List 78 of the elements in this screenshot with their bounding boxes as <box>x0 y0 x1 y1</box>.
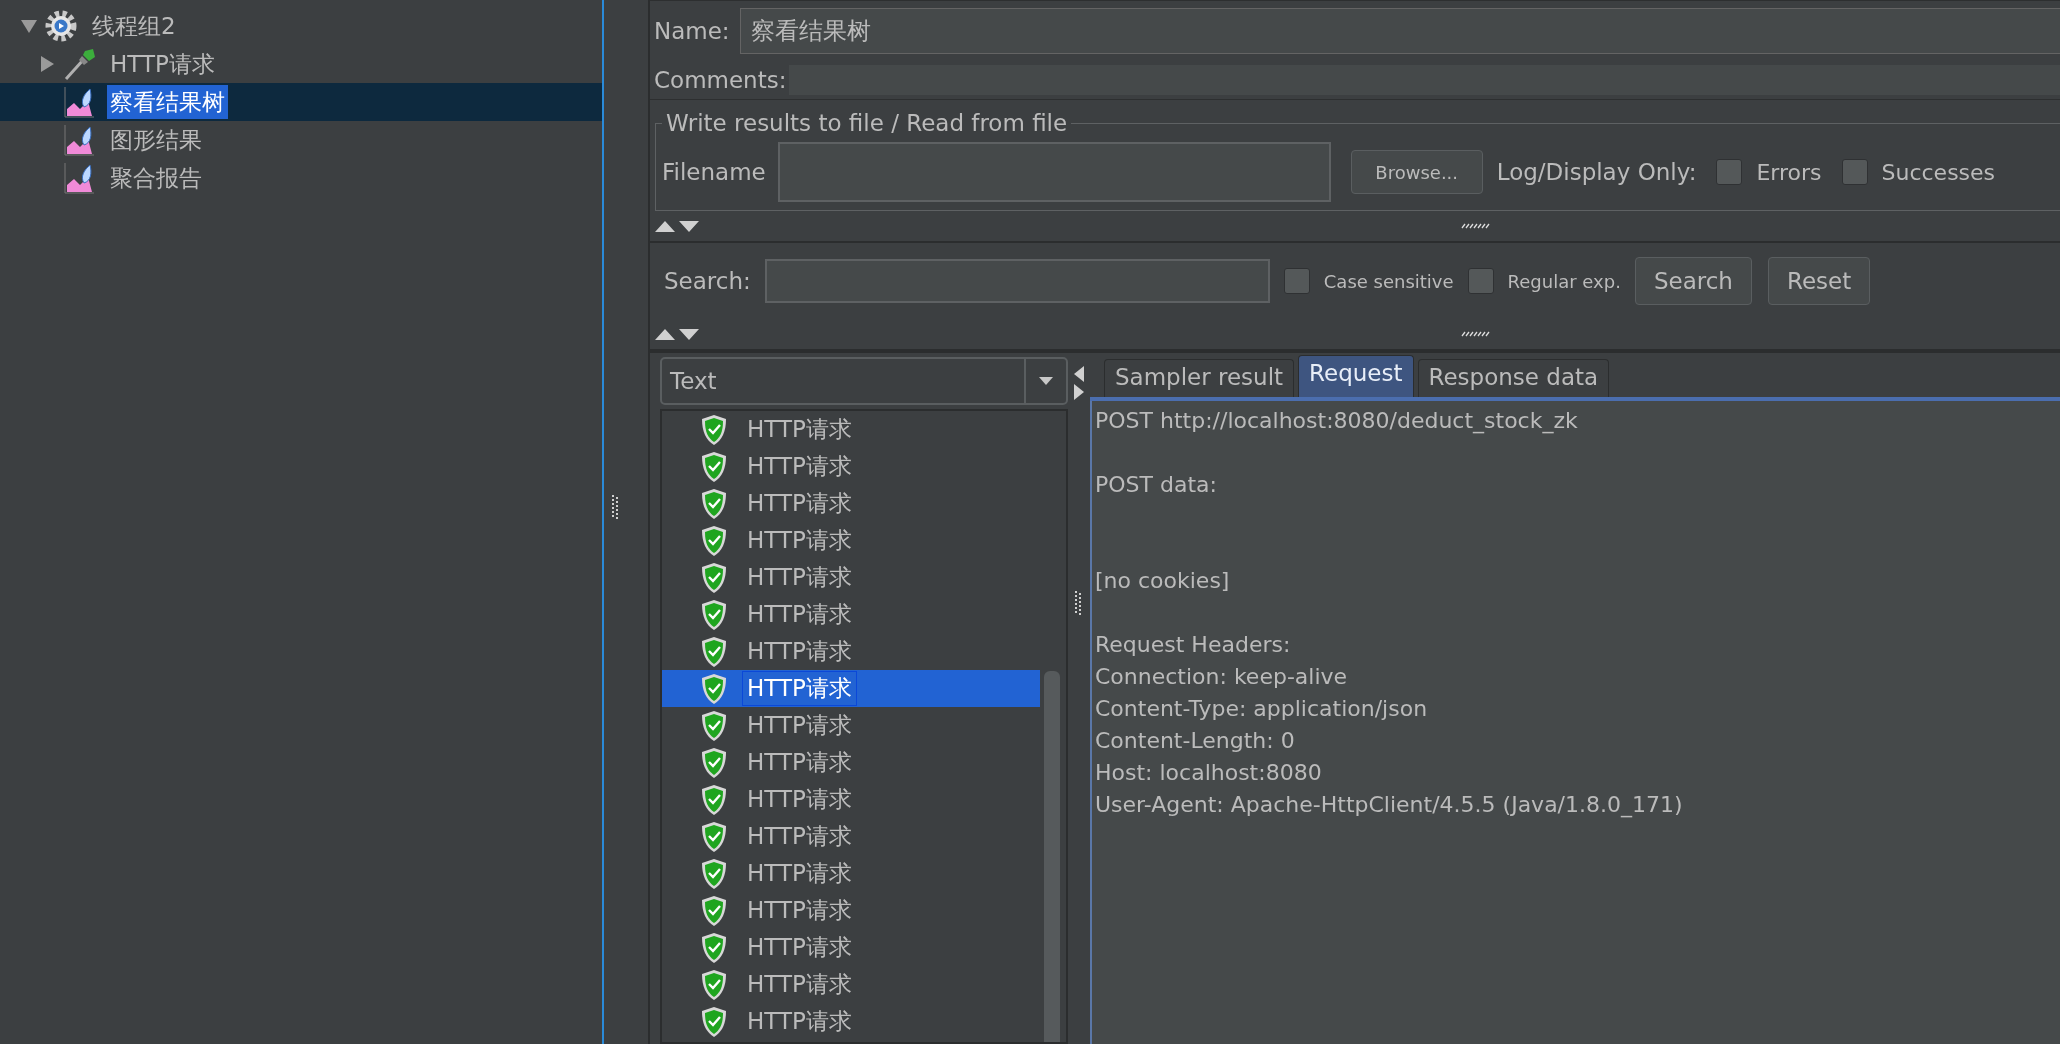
result-item[interactable]: HTTP请求 <box>742 708 857 743</box>
name-field[interactable]: 察看结果树 <box>739 7 2060 54</box>
shield-check-icon <box>700 857 728 890</box>
splitter-bar[interactable] <box>602 0 650 1044</box>
renderer-dropdown[interactable]: Text <box>660 357 1068 405</box>
checkbox-label: Case sensitive <box>1323 270 1454 292</box>
checkbox[interactable] <box>1283 268 1310 294</box>
tab[interactable]: Request <box>1298 355 1414 397</box>
shield-check-icon <box>700 931 728 964</box>
filename-label: Filename <box>662 159 766 185</box>
request-text: POST http://localhost:8080/deduct_stock_zk POST data: [no cookies] Request Headers: Connection: keep-alive Content-Type: application/json Content-Length: 0 Host: localhost:8080 User-Agent: Apache-HttpClient/4.5.5 (Java/1.8.0_171) <box>1095 407 1683 820</box>
checkbox-label: Regular exp. <box>1507 270 1621 292</box>
grip-icon[interactable] <box>1075 591 1083 615</box>
checkbox-label: Successes <box>1881 159 1996 185</box>
shield-check-icon <box>700 413 728 446</box>
shield-check-icon <box>700 598 728 631</box>
split-arrows-icon[interactable] <box>655 327 701 341</box>
split-arrows-icon[interactable] <box>655 219 701 233</box>
result-item[interactable]: HTTP请求 <box>742 1004 857 1039</box>
checkbox[interactable] <box>1467 268 1494 294</box>
checkbox-label: Errors <box>1756 159 1822 185</box>
result-item[interactable]: HTTP请求 <box>742 597 857 632</box>
group-title: Write results to file / Read from file <box>665 110 1069 136</box>
result-item[interactable]: HTTP请求 <box>742 967 857 1002</box>
search-label: Search: <box>664 268 751 294</box>
result-item[interactable]: HTTP请求 <box>742 486 857 521</box>
tree-item[interactable]: 聚合报告 <box>107 161 205 195</box>
shield-check-icon <box>700 746 728 779</box>
shield-check-icon <box>700 783 728 816</box>
result-item[interactable]: HTTP请求 <box>742 782 857 817</box>
result-item[interactable]: HTTP请求 <box>742 893 857 928</box>
result-item[interactable]: HTTP请求 <box>742 819 857 854</box>
scrollbar[interactable] <box>1044 671 1060 1042</box>
tree-item[interactable]: HTTP请求 <box>107 47 218 81</box>
filename-field[interactable] <box>777 142 1331 202</box>
comments-label: Comments: <box>654 66 787 93</box>
shield-check-icon <box>700 968 728 1001</box>
browse-button[interactable]: Browse... <box>1350 150 1483 194</box>
shield-check-icon <box>700 450 728 483</box>
log-display-label: Log/Display Only: <box>1496 159 1697 185</box>
pipette-icon <box>62 47 98 81</box>
collapse-arrows-icon[interactable] <box>1073 365 1085 401</box>
shield-check-icon <box>700 820 728 853</box>
grip-icon[interactable] <box>612 495 620 519</box>
result-item[interactable]: HTTP请求 <box>742 523 857 558</box>
grip-icon[interactable] <box>1461 223 1491 229</box>
caret-icon[interactable] <box>1039 376 1053 386</box>
action-button[interactable]: Search <box>1634 257 1752 305</box>
shield-check-icon <box>700 672 728 705</box>
result-item[interactable]: HTTP请求 <box>742 634 857 669</box>
checkbox[interactable] <box>1841 159 1868 185</box>
tab[interactable]: Sampler result <box>1104 359 1295 397</box>
dropdown-value: Text <box>669 367 718 396</box>
result-item[interactable]: HTTP请求 <box>742 745 857 780</box>
shield-check-icon <box>700 894 728 927</box>
expanded-arrow-icon[interactable] <box>20 17 38 35</box>
search-field[interactable] <box>764 259 1270 303</box>
result-item[interactable]: HTTP请求 <box>742 449 857 484</box>
shield-check-icon <box>700 709 728 742</box>
shield-check-icon <box>700 635 728 668</box>
shield-check-icon <box>700 561 728 594</box>
tree-item[interactable]: 察看结果树 <box>107 85 228 119</box>
result-item[interactable]: HTTP请求 <box>742 671 857 706</box>
result-item[interactable]: HTTP请求 <box>742 930 857 965</box>
shield-check-icon <box>700 1005 728 1038</box>
collapsed-arrow-icon[interactable] <box>38 55 56 73</box>
tree-item[interactable]: 图形结果 <box>107 123 205 157</box>
action-button[interactable]: Reset <box>1767 257 1871 305</box>
grip-icon[interactable] <box>1461 331 1491 337</box>
tab[interactable]: Response data <box>1417 359 1610 397</box>
shield-check-icon <box>700 524 728 557</box>
checkbox[interactable] <box>1716 159 1743 185</box>
result-item[interactable]: HTTP请求 <box>742 412 857 447</box>
result-item[interactable]: HTTP请求 <box>742 560 857 595</box>
tree-item[interactable]: 线程组2 <box>89 9 179 43</box>
shield-check-icon <box>700 487 728 520</box>
result-item[interactable]: HTTP请求 <box>742 856 857 891</box>
name-label: Name: <box>654 17 730 44</box>
